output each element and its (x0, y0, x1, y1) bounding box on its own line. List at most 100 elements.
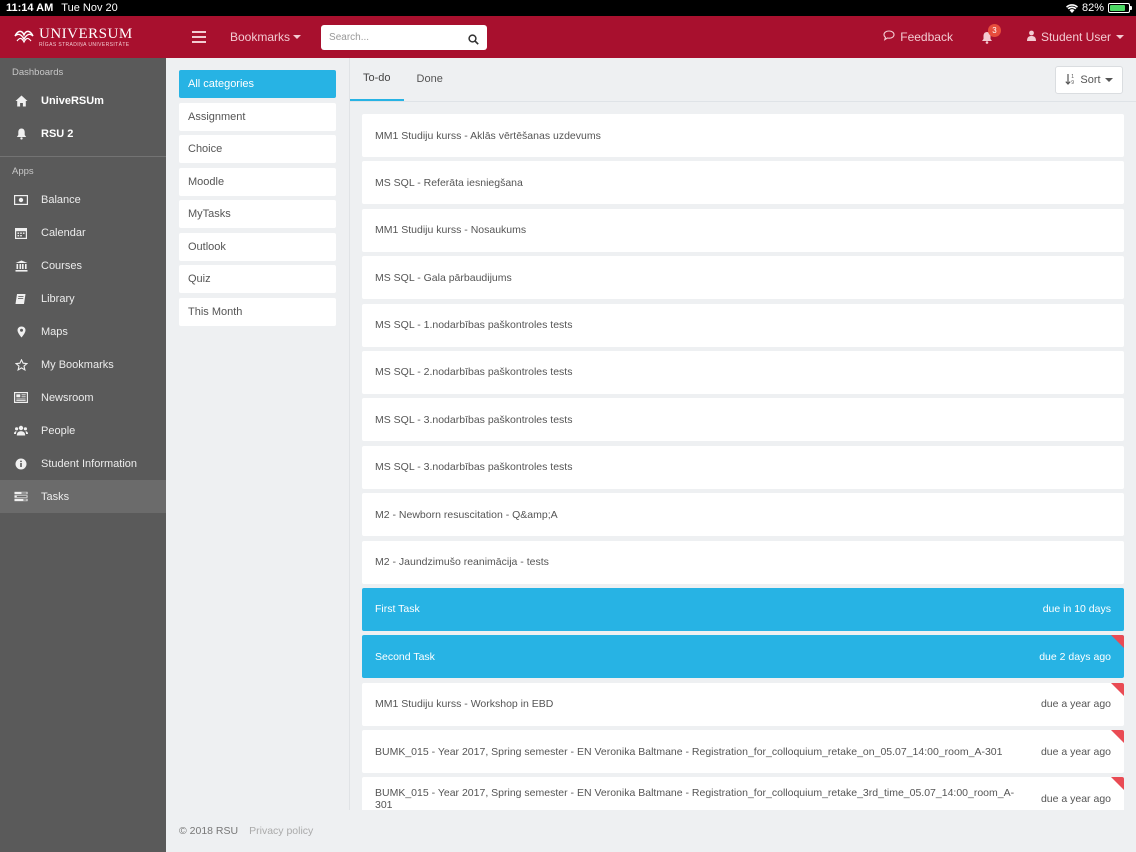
users-icon (14, 424, 28, 438)
task-due: due a year ago (1040, 698, 1111, 711)
feedback-link[interactable]: Feedback (883, 30, 953, 44)
sidebar-item-label: Calendar (41, 226, 86, 239)
ios-status-bar: 11:14 AM Tue Nov 20 82% (0, 0, 1136, 16)
task-row[interactable]: MM1 Studiju kurss - Nosaukums (362, 208, 1124, 252)
home-icon (14, 94, 28, 108)
sidebar-item-label: RSU 2 (41, 127, 74, 140)
category-all[interactable]: All categories (179, 70, 336, 98)
task-row[interactable]: BUMK_015 - Year 2017, Spring semester - … (362, 730, 1124, 774)
caret-down-icon (293, 35, 302, 39)
money-icon (14, 193, 28, 207)
sidebar-item-student-information[interactable]: Student Information (0, 447, 166, 480)
task-due: due in 10 days (1042, 603, 1111, 616)
institution-icon (14, 259, 28, 273)
sidebar-item-newsroom[interactable]: Newsroom (0, 381, 166, 414)
task-due: due a year ago (1040, 792, 1111, 805)
sort-icon: 19 (1065, 73, 1076, 88)
footer: © 2018 RSU Privacy policy (166, 810, 1136, 852)
task-row[interactable]: MM1 Studiju kurss - Aklās vērtēšanas uzd… (362, 114, 1124, 157)
task-title: M2 - Jaundzimušo reanimācija - tests (375, 556, 549, 569)
rsu-logo-icon (13, 26, 35, 48)
sidebar-item-tasks[interactable]: Tasks (0, 480, 166, 513)
task-row[interactable]: Second Task due 2 days ago (362, 635, 1124, 679)
bookmarks-dropdown[interactable]: Bookmarks (230, 30, 302, 44)
task-row[interactable]: M2 - Newborn resuscitation - Q&amp;A (362, 493, 1124, 537)
tab-todo[interactable]: To-do (350, 57, 404, 101)
tasks-icon (14, 490, 28, 504)
sidebar-item-my-bookmarks[interactable]: My Bookmarks (0, 348, 166, 381)
user-menu[interactable]: Student User (1026, 30, 1124, 44)
status-time: 11:14 AM (6, 2, 54, 14)
search-input[interactable] (329, 31, 469, 43)
task-row[interactable]: MS SQL - Gala pārbaudijums (362, 256, 1124, 300)
sidebar-section-dashboards: Dashboards (12, 67, 64, 78)
battery-percent: 82% (1081, 2, 1104, 14)
bookmarks-label: Bookmarks (230, 30, 291, 44)
search-box (321, 24, 488, 50)
sidebar-item-label: Library (41, 292, 75, 305)
task-row[interactable]: MS SQL - 2.nodarbības paškontroles tests (362, 350, 1124, 394)
svg-text:9: 9 (1072, 80, 1075, 85)
sidebar-item-rsu2[interactable]: RSU 2 (0, 117, 166, 150)
sidebar-item-balance[interactable]: Balance (0, 183, 166, 216)
task-title: MM1 Studiju kurss - Workshop in EBD (375, 698, 554, 711)
task-row[interactable]: MS SQL - 3.nodarbības paškontroles tests (362, 398, 1124, 442)
notifications-bell-icon[interactable]: 3 (981, 23, 1001, 44)
sidebar-item-library[interactable]: Library (0, 282, 166, 315)
category-assignment[interactable]: Assignment (179, 102, 336, 131)
universum-logo[interactable]: UNIVERSUM RĪGAS STRADIŅA UNIVERSITĀTE (0, 16, 166, 58)
status-date: Tue Nov 20 (61, 2, 118, 14)
task-title: MS SQL - Referāta iesniegšana (375, 176, 523, 189)
task-row[interactable]: MM1 Studiju kurss - Workshop in EBD due a… (362, 682, 1124, 726)
task-title: MS SQL - Gala pārbaudijums (375, 271, 512, 284)
category-list: All categories Assignment Choice Moodle … (179, 70, 336, 330)
task-title: BUMK_015 - Year 2017, Spring semester - … (375, 745, 1003, 758)
sidebar-item-label: My Bookmarks (41, 358, 114, 371)
task-row[interactable]: MS SQL - 1.nodarbības paškontroles tests (362, 303, 1124, 347)
task-title: MS SQL - 3.nodarbības paškontroles tests (375, 413, 573, 426)
sidebar-item-people[interactable]: People (0, 414, 166, 447)
category-choice[interactable]: Choice (179, 135, 336, 163)
sidebar-item-label: Balance (41, 193, 81, 206)
overdue-flag-icon (1111, 682, 1124, 696)
task-row[interactable]: First Task due in 10 days (362, 587, 1124, 631)
task-due: due a year ago (1040, 745, 1111, 758)
sidebar-item-label: Courses (41, 259, 82, 272)
tab-done[interactable]: Done (404, 57, 456, 101)
book-icon (14, 292, 28, 306)
category-moodle[interactable]: Moodle (179, 167, 336, 196)
calendar-icon (14, 226, 28, 240)
task-title: Second Task (375, 650, 435, 663)
comment-icon (883, 30, 895, 44)
category-this-month[interactable]: This Month (179, 297, 336, 326)
task-row[interactable]: MS SQL - 3.nodarbības paškontroles tests (362, 445, 1124, 489)
category-outlook[interactable]: Outlook (179, 232, 336, 261)
star-icon (14, 358, 28, 372)
notification-count-badge: 3 (987, 23, 1001, 37)
search-icon[interactable] (468, 32, 479, 45)
task-row[interactable]: MS SQL - Referāta iesniegšana (362, 161, 1124, 205)
sidebar-item-maps[interactable]: Maps (0, 315, 166, 348)
task-row[interactable]: M2 - Jaundzimušo reanimācija - tests (362, 540, 1124, 584)
tasks-panel: To-do Done 19 Sort MM1 Studiju kurss - A… (349, 58, 1136, 821)
sidebar-item-label: Tasks (41, 490, 70, 503)
sidebar-item-universum[interactable]: UniveRSUm (0, 84, 166, 117)
privacy-policy-link[interactable]: Privacy policy (249, 825, 313, 837)
sidebar-toggle-icon[interactable] (192, 31, 206, 43)
category-mytasks[interactable]: MyTasks (179, 200, 336, 228)
user-name: Student User (1040, 30, 1111, 44)
sidebar-item-courses[interactable]: Courses (0, 249, 166, 282)
sidebar-item-calendar[interactable]: Calendar (0, 216, 166, 249)
sidebar: Dashboards UniveRSUm RSU 2 Apps Balance … (0, 58, 166, 852)
task-title: First Task (375, 603, 420, 616)
category-quiz[interactable]: Quiz (179, 265, 336, 293)
sort-button[interactable]: 19 Sort (1055, 66, 1123, 94)
user-icon (1026, 30, 1036, 44)
tasks-tabs: To-do Done (350, 58, 1136, 102)
brand-name: UNIVERSUM (39, 25, 133, 42)
task-title: BUMK_015 - Year 2017, Spring semester - … (375, 786, 1015, 811)
copyright: © 2018 RSU (179, 825, 239, 837)
bell-icon (14, 127, 28, 141)
caret-down-icon (1116, 35, 1124, 39)
sidebar-item-label: People (41, 424, 76, 437)
